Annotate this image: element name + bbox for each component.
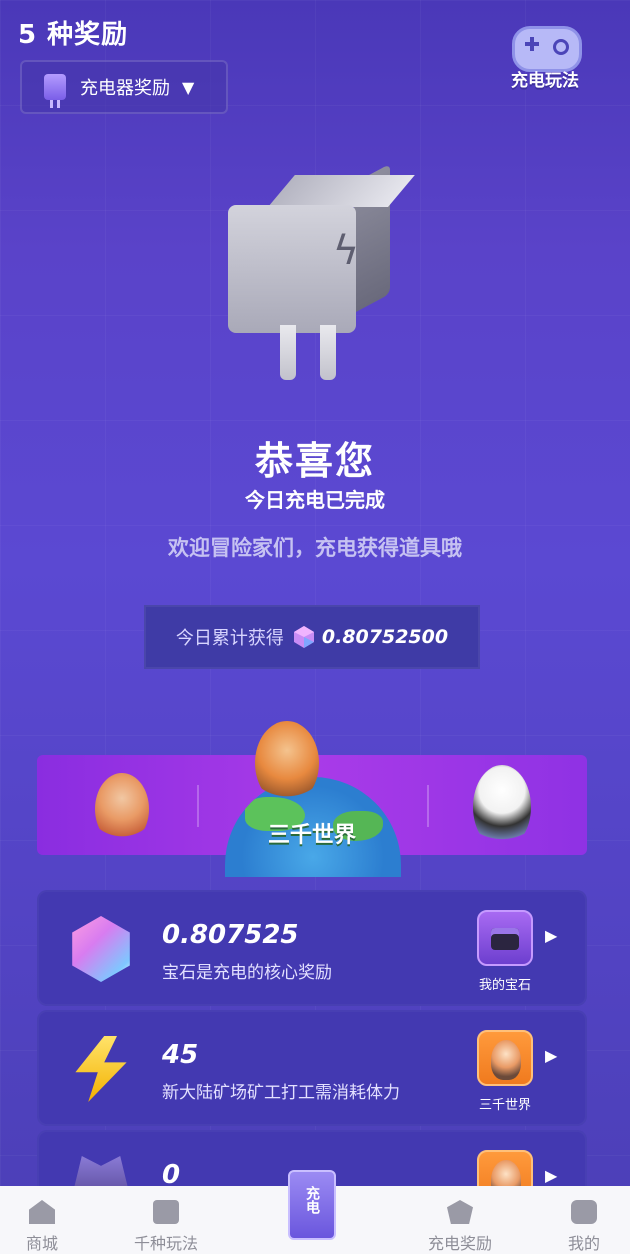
today-total-box: 今日累计获得 0.80752500: [144, 605, 480, 669]
gem-icon: [72, 916, 130, 982]
world-banner[interactable]: 三千世界: [37, 721, 587, 877]
reward-value: 45: [162, 1040, 199, 1070]
reward-value: 0.807525: [162, 920, 299, 950]
nav-item-games[interactable]: 千种玩法: [106, 1186, 226, 1254]
reward-description: 宝石是充电的核心奖励: [162, 963, 332, 983]
gem-icon: [293, 626, 314, 648]
home-icon: [29, 1200, 55, 1224]
lightning-icon: [75, 1036, 127, 1102]
nav-label: 充电奖励: [427, 1234, 492, 1253]
today-total-value: 0.80752500: [321, 626, 449, 648]
congrats-heading: 恭喜您: [254, 439, 375, 483]
nav-label: 千种玩法: [133, 1234, 198, 1253]
nav-label: 商城: [25, 1234, 58, 1253]
charger-icon: [44, 74, 66, 108]
nav-item-charge[interactable]: 充电: [288, 1170, 336, 1240]
arrow-right-icon[interactable]: ▶: [545, 1166, 557, 1185]
arrow-right-icon[interactable]: ▶: [545, 926, 557, 945]
page-title: 5 种奖励: [18, 20, 129, 50]
game-mode-button[interactable]: 充电玩法: [502, 22, 588, 92]
today-total-label: 今日累计获得: [175, 628, 284, 649]
nav-label: 充电: [304, 1186, 320, 1214]
game-mode-label: 充电玩法: [511, 71, 579, 91]
nav-item-shop[interactable]: 商城: [0, 1186, 102, 1254]
lightning-icon: ϟ: [332, 228, 360, 274]
reward-description: 新大陆矿场矿工打工需消耗体力: [162, 1083, 400, 1103]
caret-down-icon: ▼: [182, 77, 195, 97]
my-gems-thumbnail[interactable]: [477, 910, 533, 966]
reward-card-gem: 0.807525 宝石是充电的核心奖励 我的宝石 ▶: [37, 890, 587, 1006]
welcome-message: 欢迎冒险家们，充电获得道具哦: [168, 536, 462, 560]
world-thumbnail[interactable]: [477, 1030, 533, 1086]
arrow-right-icon[interactable]: ▶: [545, 1046, 557, 1065]
tiger-character-main: [255, 721, 319, 805]
dropdown-label: 充电器奖励: [80, 78, 170, 99]
profile-icon: [571, 1200, 597, 1224]
gamepad-icon: [153, 1200, 179, 1224]
charger-illustration: ϟ: [228, 163, 415, 390]
world-banner-title: 三千世界: [267, 823, 356, 848]
bottom-navigation: 商城 千种玩法 充电 充电奖励 我的: [0, 1170, 630, 1254]
nav-item-rewards[interactable]: 充电奖励: [400, 1186, 520, 1254]
reward-card-energy: 45 新大陆矿场矿工打工需消耗体力 三千世界 ▶: [37, 1010, 587, 1126]
world-link[interactable]: 三千世界: [457, 1094, 553, 1113]
my-gems-link[interactable]: 我的宝石: [457, 974, 553, 993]
reward-icon: [447, 1200, 473, 1224]
nav-item-profile[interactable]: 我的: [524, 1186, 630, 1254]
reward-type-dropdown[interactable]: 充电器奖励 ▼: [20, 60, 228, 114]
nav-label: 我的: [567, 1234, 600, 1253]
charge-status: 今日充电已完成: [245, 488, 385, 512]
